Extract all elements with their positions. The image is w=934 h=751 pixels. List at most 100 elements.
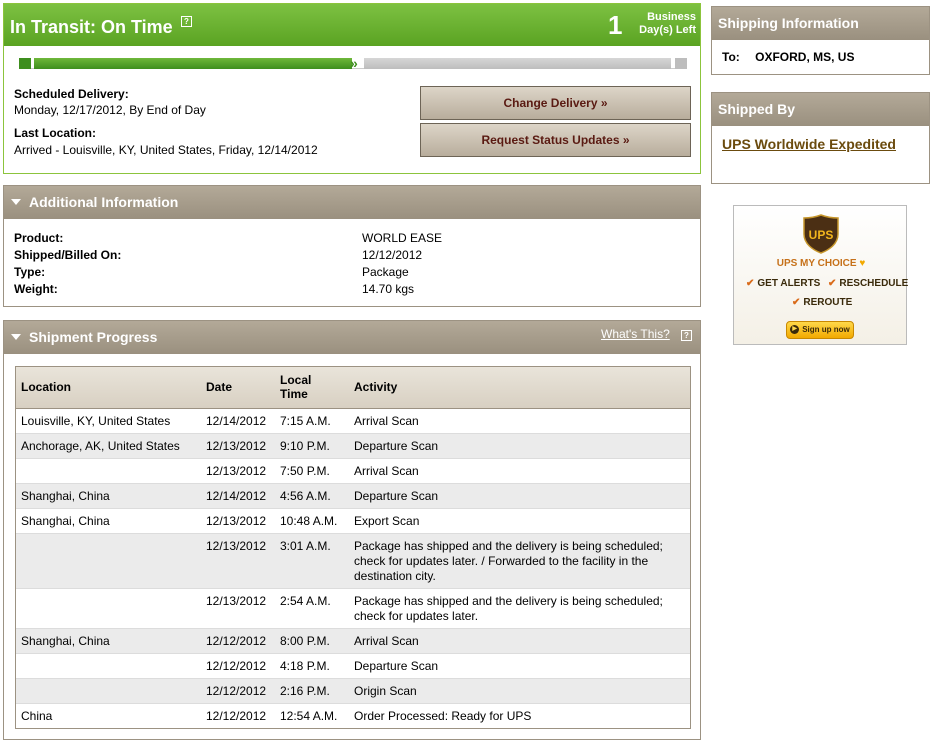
shipped-by-title: Shipped By (712, 93, 929, 126)
whats-this-link[interactable]: What's This? (601, 327, 670, 341)
ad-title: UPS MY CHOICE ♥ (734, 258, 908, 269)
request-status-updates-button[interactable]: Request Status Updates » (420, 123, 691, 157)
delivery-status-panel: In Transit: On Time ? 1 Business Day(s) … (3, 3, 701, 174)
additional-information-title: Additional Information (29, 194, 179, 210)
ad-item-reroute: ✔ REROUTE (792, 297, 852, 308)
weight-label: Weight: (14, 282, 58, 296)
date-column-header: Date (201, 367, 275, 409)
ad-title-text: UPS MY CHOICE (776, 258, 857, 269)
row-date: 12/13/2012 (206, 593, 267, 608)
row-activity: Departure Scan (354, 438, 439, 453)
row-time: 8:00 P.M. (280, 633, 330, 648)
shipped-on-value: 12/12/2012 (362, 248, 423, 262)
shipment-progress-header[interactable]: Shipment Progress What's This? ? (4, 321, 700, 354)
table-row: 12/13/2012 7:50 P.M. Arrival Scan (16, 458, 690, 483)
ups-my-choice-ad[interactable]: UPS UPS MY CHOICE ♥ ✔ GET ALERTS ✔ RESCHED… (733, 205, 909, 345)
collapse-triangle-icon[interactable] (11, 334, 21, 340)
row-location: Louisville, KY, United States (21, 413, 171, 428)
checkmark-icon: ✔ (792, 297, 801, 308)
progress-arrow-icon: » (350, 55, 358, 71)
collapse-triangle-icon[interactable] (11, 199, 21, 205)
table-row: 12/13/2012 2:54 A.M. Package has shipped… (16, 588, 690, 628)
row-activity: Arrival Scan (354, 413, 419, 428)
row-date: 12/14/2012 (206, 413, 267, 428)
row-time: 4:18 P.M. (280, 658, 330, 673)
days-left-number: 1 (608, 10, 623, 40)
row-activity: Arrival Scan (354, 633, 419, 648)
ad-item-text: GET ALERTS (757, 278, 821, 289)
help-icon[interactable]: ? (681, 330, 692, 341)
row-time: 3:01 A.M. (280, 538, 331, 553)
days-left-label-line2: Day(s) Left (639, 24, 696, 36)
progress-remaining (364, 58, 671, 69)
table-row: China 12/12/2012 12:54 A.M. Order Proces… (16, 703, 690, 728)
service-level-link[interactable]: UPS Worldwide Expedited (712, 126, 929, 162)
row-location (16, 588, 201, 628)
progress-start-segment (19, 58, 31, 69)
row-location: Shanghai, China (21, 488, 110, 503)
row-date: 12/12/2012 (206, 708, 267, 723)
row-location (16, 533, 201, 588)
row-date: 12/13/2012 (206, 463, 267, 478)
table-row: Shanghai, China 12/13/2012 10:48 A.M. Ex… (16, 508, 690, 533)
table-row: 12/13/2012 3:01 A.M. Package has shipped… (16, 533, 690, 588)
row-activity: Order Processed: Ready for UPS (354, 708, 532, 723)
row-activity: Package has shipped and the delivery is … (354, 538, 663, 583)
local-time-column-header: Local Time (275, 367, 349, 409)
row-time: 7:15 A.M. (280, 413, 331, 428)
row-date: 12/12/2012 (206, 633, 267, 648)
additional-information-header[interactable]: Additional Information (4, 186, 700, 219)
table-row: 12/12/2012 4:18 P.M. Departure Scan (16, 653, 690, 678)
ship-to-label: To: (722, 50, 740, 64)
scheduled-delivery-value: Monday, 12/17/2012, By End of Day (14, 103, 206, 117)
ad-item-alerts: ✔ GET ALERTS (746, 278, 820, 289)
row-activity: Departure Scan (354, 658, 439, 673)
row-location: Anchorage, AK, United States (21, 438, 180, 453)
heart-icon: ♥ (859, 258, 866, 269)
play-icon: ▶ (790, 325, 800, 335)
table-header-row: Location Date Local Time Activity (16, 367, 690, 409)
location-column-header: Location (16, 367, 201, 409)
ups-shield-icon: UPS (803, 214, 839, 254)
product-label: Product: (14, 231, 64, 245)
product-value: WORLD EASE (362, 231, 443, 245)
table-row: Anchorage, AK, United States 12/13/2012 … (16, 433, 690, 458)
row-location: Shanghai, China (21, 513, 110, 528)
shipment-progress-panel: Shipment Progress What's This? ? Locatio… (3, 320, 701, 740)
status-header: In Transit: On Time ? 1 Business Day(s) … (4, 4, 700, 46)
row-date: 12/12/2012 (206, 658, 267, 673)
row-activity: Arrival Scan (354, 463, 419, 478)
row-date: 12/13/2012 (206, 513, 267, 528)
shipped-by-panel: Shipped By UPS Worldwide Expedited (711, 92, 930, 184)
shipped-on-label: Shipped/Billed On: (14, 248, 122, 262)
help-icon[interactable]: ? (181, 16, 192, 27)
shipping-information-panel: Shipping Information To: OXFORD, MS, US (711, 6, 930, 75)
row-activity: Export Scan (354, 513, 420, 528)
shipment-progress-table: Location Date Local Time Activity Louisv… (16, 367, 690, 728)
row-date: 12/13/2012 (206, 538, 267, 553)
row-time: 2:16 P.M. (280, 683, 330, 698)
row-date: 12/13/2012 (206, 438, 267, 453)
sign-up-now-button[interactable]: ▶ Sign up now (786, 321, 854, 339)
ad-item-text: RESCHEDULE (839, 278, 909, 289)
shipment-progress-title: Shipment Progress (29, 329, 158, 345)
delivery-progress-bar: » (19, 55, 687, 71)
row-location: China (21, 708, 53, 723)
table-row: Shanghai, China 12/14/2012 4:56 A.M. Dep… (16, 483, 690, 508)
ad-logo-text: UPS (809, 228, 834, 242)
additional-information-panel: Additional Information Product: WORLD EA… (3, 185, 701, 307)
row-activity: Package has shipped and the delivery is … (354, 593, 663, 623)
change-delivery-button[interactable]: Change Delivery » (420, 86, 691, 120)
days-left-label-line1: Business (647, 11, 696, 23)
activity-column-header: Activity (349, 367, 690, 409)
row-time: 9:10 P.M. (280, 438, 330, 453)
ad-item-text: REROUTE (803, 297, 853, 308)
local-time-header-line1: Local (280, 373, 312, 388)
row-activity: Departure Scan (354, 488, 439, 503)
row-time: 7:50 P.M. (280, 463, 330, 478)
checkmark-icon: ✔ (746, 278, 755, 289)
row-location (16, 678, 201, 703)
row-time: 4:56 A.M. (280, 488, 331, 503)
table-row: Louisville, KY, United States 12/14/2012… (16, 408, 690, 433)
shipment-progress-table-wrapper: Location Date Local Time Activity Louisv… (15, 366, 691, 729)
